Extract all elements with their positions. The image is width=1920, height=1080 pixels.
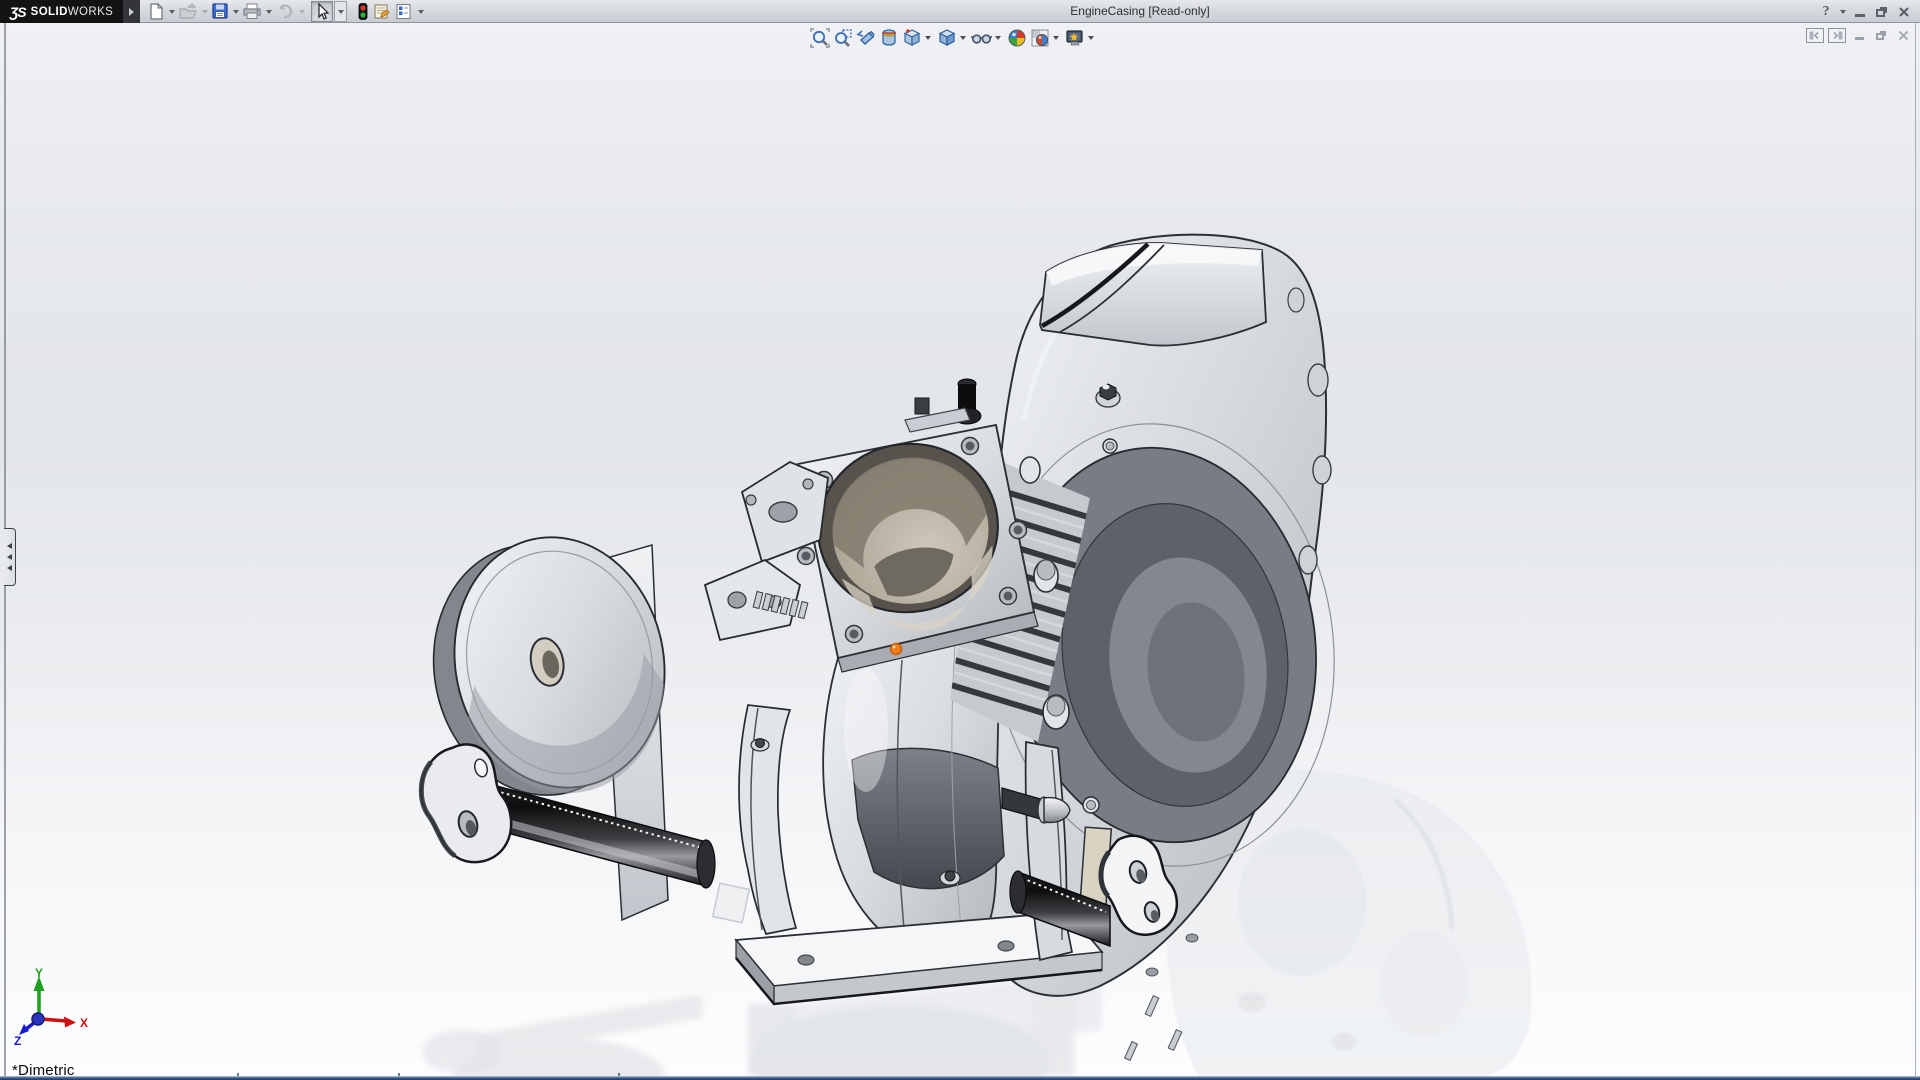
brand-light: WORKS xyxy=(67,5,114,18)
view-orientation-icon xyxy=(903,28,920,46)
print-button[interactable] xyxy=(241,1,263,22)
collapse-arrow-icon xyxy=(7,543,12,549)
hex-bolt xyxy=(939,870,961,886)
triad-y-label: Y xyxy=(35,967,43,980)
zoom-to-fit-button[interactable] xyxy=(809,27,830,48)
title-bar: ƷS SOLID WORKS EngineCasing [Read-only] … xyxy=(0,0,1920,23)
engine-casing-3d-model[interactable] xyxy=(0,23,1920,1076)
apply-scene-dropdown[interactable] xyxy=(1051,27,1061,48)
restore-button[interactable] xyxy=(1872,2,1892,21)
select-cursor-icon xyxy=(318,2,330,20)
hide-show-items-button[interactable] xyxy=(971,27,992,48)
triad-z-label: Z xyxy=(14,1034,21,1045)
status-divider xyxy=(237,1073,239,1076)
document-window-controls xyxy=(1806,28,1912,43)
new-document-button[interactable] xyxy=(146,1,166,22)
pane-collapse-left-button[interactable] xyxy=(1806,28,1824,43)
close-icon xyxy=(1899,6,1909,17)
menu-flyout-tab[interactable] xyxy=(123,0,140,23)
apply-scene-icon xyxy=(1031,29,1048,46)
print-dropdown[interactable] xyxy=(263,1,274,22)
undo-dropdown[interactable] xyxy=(296,1,307,22)
view-orientation-button[interactable] xyxy=(901,27,922,48)
select-tool-dropdown[interactable] xyxy=(334,1,347,22)
view-orientation-dropdown[interactable] xyxy=(923,27,933,48)
options-dropdown[interactable] xyxy=(415,1,426,22)
edit-appearance-button[interactable] xyxy=(1006,27,1027,48)
heads-up-view-toolbar xyxy=(808,27,1098,48)
zoom-to-area-icon xyxy=(834,28,852,47)
close-button[interactable] xyxy=(1894,2,1914,21)
window-title: EngineCasing [Read-only] xyxy=(1070,4,1210,18)
view-settings-icon xyxy=(1065,29,1083,45)
options-icon xyxy=(396,3,411,20)
hex-bolt xyxy=(750,738,770,752)
minimize-button[interactable] xyxy=(1850,2,1870,21)
triad-x-label: X xyxy=(80,1016,88,1030)
collapse-arrow-icon xyxy=(7,565,12,571)
apply-scene-button[interactable] xyxy=(1029,27,1050,48)
previous-view-icon xyxy=(855,29,875,45)
traffic-light-icon xyxy=(358,2,368,20)
open-dropdown[interactable] xyxy=(199,1,210,22)
open-icon xyxy=(179,3,197,19)
window-controls: ? xyxy=(1816,0,1914,23)
select-tool-button[interactable] xyxy=(311,1,333,22)
rebuild-traffic-light-button[interactable] xyxy=(355,1,371,22)
threaded-stud xyxy=(1123,994,1183,1062)
undo-button[interactable] xyxy=(274,1,296,22)
solidworks-logo: ƷS SOLID WORKS xyxy=(0,0,123,23)
display-style-button[interactable] xyxy=(936,27,957,48)
help-button[interactable]: ? xyxy=(1816,2,1836,21)
display-style-icon xyxy=(938,28,955,46)
new-document-dropdown[interactable] xyxy=(166,1,177,22)
new-document-icon xyxy=(150,2,164,20)
appearance-ball-icon xyxy=(1008,29,1025,46)
glasses-icon xyxy=(971,33,992,44)
options-button[interactable] xyxy=(393,1,415,22)
origin-marker[interactable] xyxy=(889,642,903,656)
status-bar-edge xyxy=(0,1073,1920,1080)
save-icon xyxy=(212,3,228,19)
document-minimize-button[interactable] xyxy=(1850,28,1868,43)
file-properties-button[interactable] xyxy=(371,1,393,22)
save-dropdown[interactable] xyxy=(230,1,241,22)
brand-bold: SOLID xyxy=(30,5,68,18)
collapse-arrow-icon xyxy=(7,554,12,560)
status-divider xyxy=(398,1073,400,1076)
hide-show-items-dropdown[interactable] xyxy=(993,27,1003,48)
flyout-arrow-icon xyxy=(129,7,134,16)
carburetor-flange[interactable] xyxy=(796,423,1039,673)
open-button[interactable] xyxy=(177,1,199,22)
help-dropdown[interactable] xyxy=(1838,2,1848,21)
view-settings-button[interactable] xyxy=(1064,27,1085,48)
featuremanager-collapsed-tab[interactable] xyxy=(4,528,16,586)
print-icon xyxy=(243,3,261,19)
undo-icon xyxy=(279,4,293,19)
file-properties-icon xyxy=(374,4,390,19)
view-orientation-label: *Dimetric xyxy=(12,1062,75,1076)
document-close-icon xyxy=(1898,30,1908,41)
reference-triad: Y X Z xyxy=(14,967,88,1045)
section-view-button[interactable] xyxy=(878,27,899,48)
display-style-dropdown[interactable] xyxy=(958,27,968,48)
graphics-viewport[interactable]: Y X Z *Dimetric xyxy=(0,23,1920,1076)
brand-mark: ƷS xyxy=(9,3,27,20)
pane-collapse-right-button[interactable] xyxy=(1828,28,1846,43)
document-close-button[interactable] xyxy=(1894,28,1912,43)
save-button[interactable] xyxy=(210,1,230,22)
previous-view-button[interactable] xyxy=(855,27,876,48)
zoom-to-area-button[interactable] xyxy=(832,27,853,48)
document-restore-button[interactable] xyxy=(1872,28,1890,43)
view-settings-dropdown[interactable] xyxy=(1086,27,1096,48)
main-toolbar xyxy=(146,0,426,23)
zoom-to-fit-icon xyxy=(809,27,830,48)
pane-left-icon xyxy=(1809,31,1819,40)
section-view-icon xyxy=(881,28,896,46)
status-divider xyxy=(618,1073,620,1076)
pane-right-icon xyxy=(1833,31,1843,40)
